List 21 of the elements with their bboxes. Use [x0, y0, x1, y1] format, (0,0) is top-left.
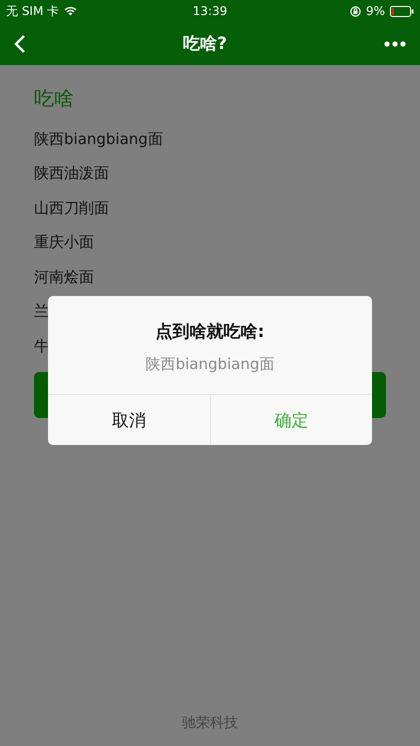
dialog-title: 点到啥就吃啥:: [154, 321, 266, 343]
more-icon[interactable]: [384, 40, 406, 46]
battery-icon: [390, 6, 414, 16]
food-item: 陕西biangbiang面: [34, 128, 163, 150]
page-title: 吃啥?: [183, 33, 227, 55]
food-item: 重庆小面: [34, 232, 94, 254]
food-item: 牛: [34, 336, 49, 357]
section-title: 吃啥: [34, 85, 75, 112]
battery-percent: 9%: [366, 4, 385, 18]
lock-rotation-icon: [350, 6, 361, 16]
back-icon[interactable]: [14, 34, 26, 54]
dialog-message: 陕西biangbiang面: [144, 355, 276, 374]
carrier-label: 无 SIM 卡: [6, 2, 60, 20]
wifi-icon: [64, 6, 78, 16]
food-item: 兰: [34, 301, 49, 322]
footer-text: 驰荣科技: [182, 714, 238, 732]
cancel-button[interactable]: 取消: [48, 395, 210, 445]
food-item: 山西刀削面: [34, 198, 109, 219]
food-item: 河南烩面: [34, 266, 94, 288]
food-item: 陕西油泼面: [34, 163, 109, 184]
status-time: 13:39: [192, 4, 228, 18]
